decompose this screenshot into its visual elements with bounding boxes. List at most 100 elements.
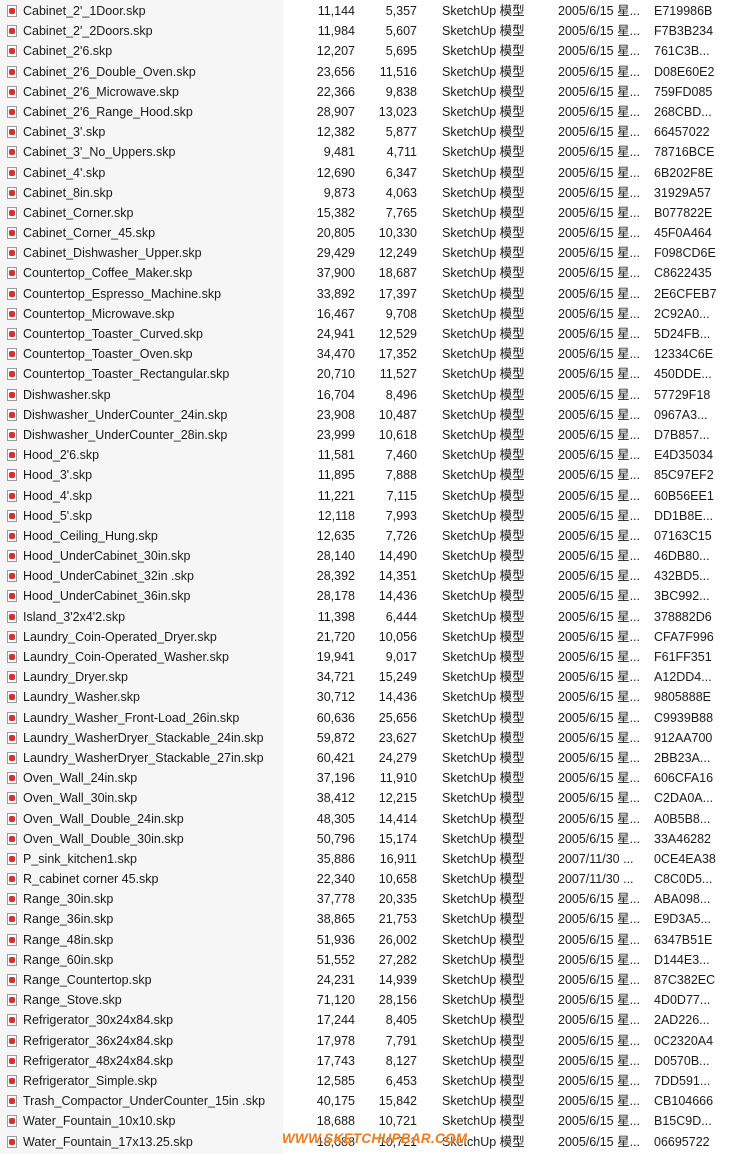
file-row[interactable]: Water_Fountain_10x10.skp 18,688 10,721 Sket…	[0, 1111, 736, 1131]
packed-size: 7,726	[385, 528, 417, 543]
file-row[interactable]: Refrigerator_48x24x84.skp 17,743 8,127 Sket…	[0, 1051, 736, 1071]
file-size: 11,984	[317, 24, 355, 39]
file-row[interactable]: Dishwasher.skp 16,704 8,496 SketchUp 模型 2005…	[0, 385, 736, 405]
file-row[interactable]: Laundry_Washer_Front-Load_26in.skp 60,636…	[0, 708, 736, 728]
file-row[interactable]: Trash_Compactor_UnderCounter_15in .skp 40…	[0, 1091, 736, 1111]
crc: 450DDE...	[654, 367, 712, 382]
file-row[interactable]: Cabinet_2'6.skp 12,207 5,695 SketchUp 模型 200…	[0, 41, 736, 61]
file-row[interactable]: Oven_Wall_Double_30in.skp 50,796 15,174 Ske…	[0, 829, 736, 849]
file-type: SketchUp 模型	[442, 448, 525, 463]
file-row[interactable]: Refrigerator_36x24x84.skp 17,978 7,791 Sket…	[0, 1031, 736, 1051]
crc: 378882D6	[654, 609, 712, 624]
file-row[interactable]: Hood_UnderCabinet_30in.skp 28,140 14,490 Sk…	[0, 546, 736, 566]
file-row[interactable]: Range_36in.skp 38,865 21,753 SketchUp 模型 200…	[0, 909, 736, 929]
file-row[interactable]: Hood_2'6.skp 11,581 7,460 SketchUp 模型 2005/6…	[0, 445, 736, 465]
crc: D0570B...	[654, 1053, 710, 1068]
file-row[interactable]: Hood_Ceiling_Hung.skp 12,635 7,726 SketchUp…	[0, 526, 736, 546]
file-row[interactable]: Hood_UnderCabinet_36in.skp 28,178 14,436 Sk…	[0, 586, 736, 606]
skp-file-icon	[7, 529, 17, 542]
file-row[interactable]: Island_3'2x4'2.skp 11,398 6,444 SketchUp 模型…	[0, 607, 736, 627]
skp-file-icon	[7, 671, 17, 684]
crc: D144E3...	[654, 952, 710, 967]
skp-file-icon	[7, 65, 17, 78]
modified-date: 2005/6/15 星...	[558, 791, 641, 806]
file-row[interactable]: Countertop_Toaster_Rectangular.skp 20,710…	[0, 364, 736, 384]
file-name: Range_30in.skp	[23, 892, 114, 907]
file-row[interactable]: Cabinet_2'_1Door.skp 11,144 5,357 SketchUp …	[0, 1, 736, 21]
file-row[interactable]: Laundry_Washer.skp 30,712 14,436 SketchUp 模…	[0, 687, 736, 707]
modified-date: 2005/6/15 星...	[558, 1013, 641, 1028]
file-row[interactable]: P_sink_kitchen1.skp 35,886 16,911 SketchUp …	[0, 849, 736, 869]
file-row[interactable]: Oven_Wall_30in.skp 38,412 12,215 SketchUp 模…	[0, 788, 736, 808]
file-row[interactable]: Range_Stove.skp 71,120 28,156 SketchUp 模型 20…	[0, 990, 736, 1010]
file-row[interactable]: R_cabinet corner 45.skp 22,340 10,658 Sketc…	[0, 869, 736, 889]
file-row[interactable]: Cabinet_Corner.skp 15,382 7,765 SketchUp 模型…	[0, 203, 736, 223]
skp-file-icon	[7, 832, 17, 845]
file-row[interactable]: Oven_Wall_Double_24in.skp 48,305 14,414 Ske…	[0, 809, 736, 829]
file-name: Laundry_WasherDryer_Stackable_24in.skp	[23, 730, 264, 745]
file-row[interactable]: Laundry_WasherDryer_Stackable_27in.skp 60…	[0, 748, 736, 768]
file-row[interactable]: Cabinet_Dishwasher_Upper.skp 29,429 12,249…	[0, 243, 736, 263]
file-row[interactable]: Cabinet_2'6_Range_Hood.skp 28,907 13,023 Sk…	[0, 102, 736, 122]
file-size: 17,743	[316, 1053, 355, 1068]
skp-file-icon	[7, 428, 17, 441]
skp-file-icon	[7, 913, 17, 926]
crc: B077822E	[654, 205, 713, 220]
file-row[interactable]: Countertop_Microwave.skp 16,467 9,708 Sketc…	[0, 304, 736, 324]
file-row[interactable]: Hood_4'.skp 11,221 7,115 SketchUp 模型 2005/6/…	[0, 486, 736, 506]
file-row[interactable]: Laundry_Dryer.skp 34,721 15,249 SketchUp 模型…	[0, 667, 736, 687]
crc: 2BB23A...	[654, 750, 711, 765]
file-type: SketchUp 模型	[442, 892, 525, 907]
file-row[interactable]: Countertop_Toaster_Curved.skp 24,941 12,52…	[0, 324, 736, 344]
file-name: Trash_Compactor_UnderCounter_15in .skp	[23, 1094, 266, 1109]
file-row[interactable]: Cabinet_2'_2Doors.skp 11,984 5,607 SketchUp…	[0, 21, 736, 41]
file-row[interactable]: Hood_5'.skp 12,118 7,993 SketchUp 模型 2005/6/…	[0, 506, 736, 526]
file-row[interactable]: Cabinet_Corner_45.skp 20,805 10,330 SketchU…	[0, 223, 736, 243]
file-row[interactable]: Hood_UnderCabinet_32in .skp 28,392 14,351 S…	[0, 566, 736, 586]
crc: 2AD226...	[654, 1013, 710, 1028]
modified-date: 2005/6/15 星...	[558, 24, 641, 39]
file-row[interactable]: Range_30in.skp 37,778 20,335 SketchUp 模型 200…	[0, 889, 736, 909]
file-size: 59,872	[316, 730, 355, 745]
file-row[interactable]: Countertop_Coffee_Maker.skp 37,900 18,687 S…	[0, 263, 736, 283]
file-row[interactable]: Cabinet_3'_No_Uppers.skp 9,481 4,711 Sketch…	[0, 142, 736, 162]
file-row[interactable]: Oven_Wall_24in.skp 37,196 11,910 SketchUp 模…	[0, 768, 736, 788]
file-size: 15,382	[316, 205, 355, 220]
modified-date: 2005/6/15 星...	[558, 629, 641, 644]
file-row[interactable]: Refrigerator_30x24x84.skp 17,244 8,405 Sket…	[0, 1010, 736, 1030]
file-size: 9,481	[323, 145, 355, 160]
modified-date: 2007/11/30 ...	[558, 851, 634, 866]
skp-file-icon	[7, 348, 17, 361]
packed-size: 5,607	[385, 24, 417, 39]
file-row[interactable]: Range_48in.skp 51,936 26,002 SketchUp 模型 200…	[0, 930, 736, 950]
file-size: 21,720	[316, 629, 355, 644]
crc: 432BD5...	[654, 569, 710, 584]
file-type: SketchUp 模型	[442, 528, 525, 543]
file-row[interactable]: Laundry_Coin-Operated_Washer.skp 19,941 9,…	[0, 647, 736, 667]
file-size: 11,144	[317, 4, 355, 18]
file-row[interactable]: Range_60in.skp 51,552 27,282 SketchUp 模型 200…	[0, 950, 736, 970]
file-row[interactable]: Range_Countertop.skp 24,231 14,939 SketchUp…	[0, 970, 736, 990]
skp-file-icon	[7, 873, 17, 886]
file-row[interactable]: Dishwasher_UnderCounter_28in.skp 23,999 10…	[0, 425, 736, 445]
file-row[interactable]: Countertop_Toaster_Oven.skp 34,470 17,352 S…	[0, 344, 736, 364]
file-size: 17,978	[316, 1033, 355, 1048]
crc: E9D3A5...	[654, 912, 711, 927]
packed-size: 8,496	[385, 387, 417, 402]
file-row[interactable]: Cabinet_4'.skp 12,690 6,347 SketchUp 模型 2005…	[0, 163, 736, 183]
file-type: SketchUp 模型	[442, 367, 525, 382]
file-row[interactable]: Laundry_WasherDryer_Stackable_24in.skp 59…	[0, 728, 736, 748]
modified-date: 2005/6/15 星...	[558, 1053, 641, 1068]
packed-size: 11,910	[379, 771, 417, 786]
file-row[interactable]: Dishwasher_UnderCounter_24in.skp 23,908 10…	[0, 405, 736, 425]
file-row[interactable]: Cabinet_2'6_Microwave.skp 22,366 9,838 Sket…	[0, 82, 736, 102]
file-name: Laundry_Washer.skp	[23, 690, 140, 705]
file-row[interactable]: Countertop_Espresso_Machine.skp 33,892 17,…	[0, 284, 736, 304]
file-name: Cabinet_3'_No_Uppers.skp	[23, 145, 176, 160]
file-row[interactable]: Cabinet_3'.skp 12,382 5,877 SketchUp 模型 2005…	[0, 122, 736, 142]
file-row[interactable]: Laundry_Coin-Operated_Dryer.skp 21,720 10,…	[0, 627, 736, 647]
file-row[interactable]: Refrigerator_Simple.skp 12,585 6,453 Sketch…	[0, 1071, 736, 1091]
file-row[interactable]: Cabinet_2'6_Double_Oven.skp 23,656 11,516 S…	[0, 62, 736, 82]
file-row[interactable]: Hood_3'.skp 11,895 7,888 SketchUp 模型 2005/6/…	[0, 465, 736, 485]
file-row[interactable]: Cabinet_8in.skp 9,873 4,063 SketchUp 模型 2005…	[0, 183, 736, 203]
